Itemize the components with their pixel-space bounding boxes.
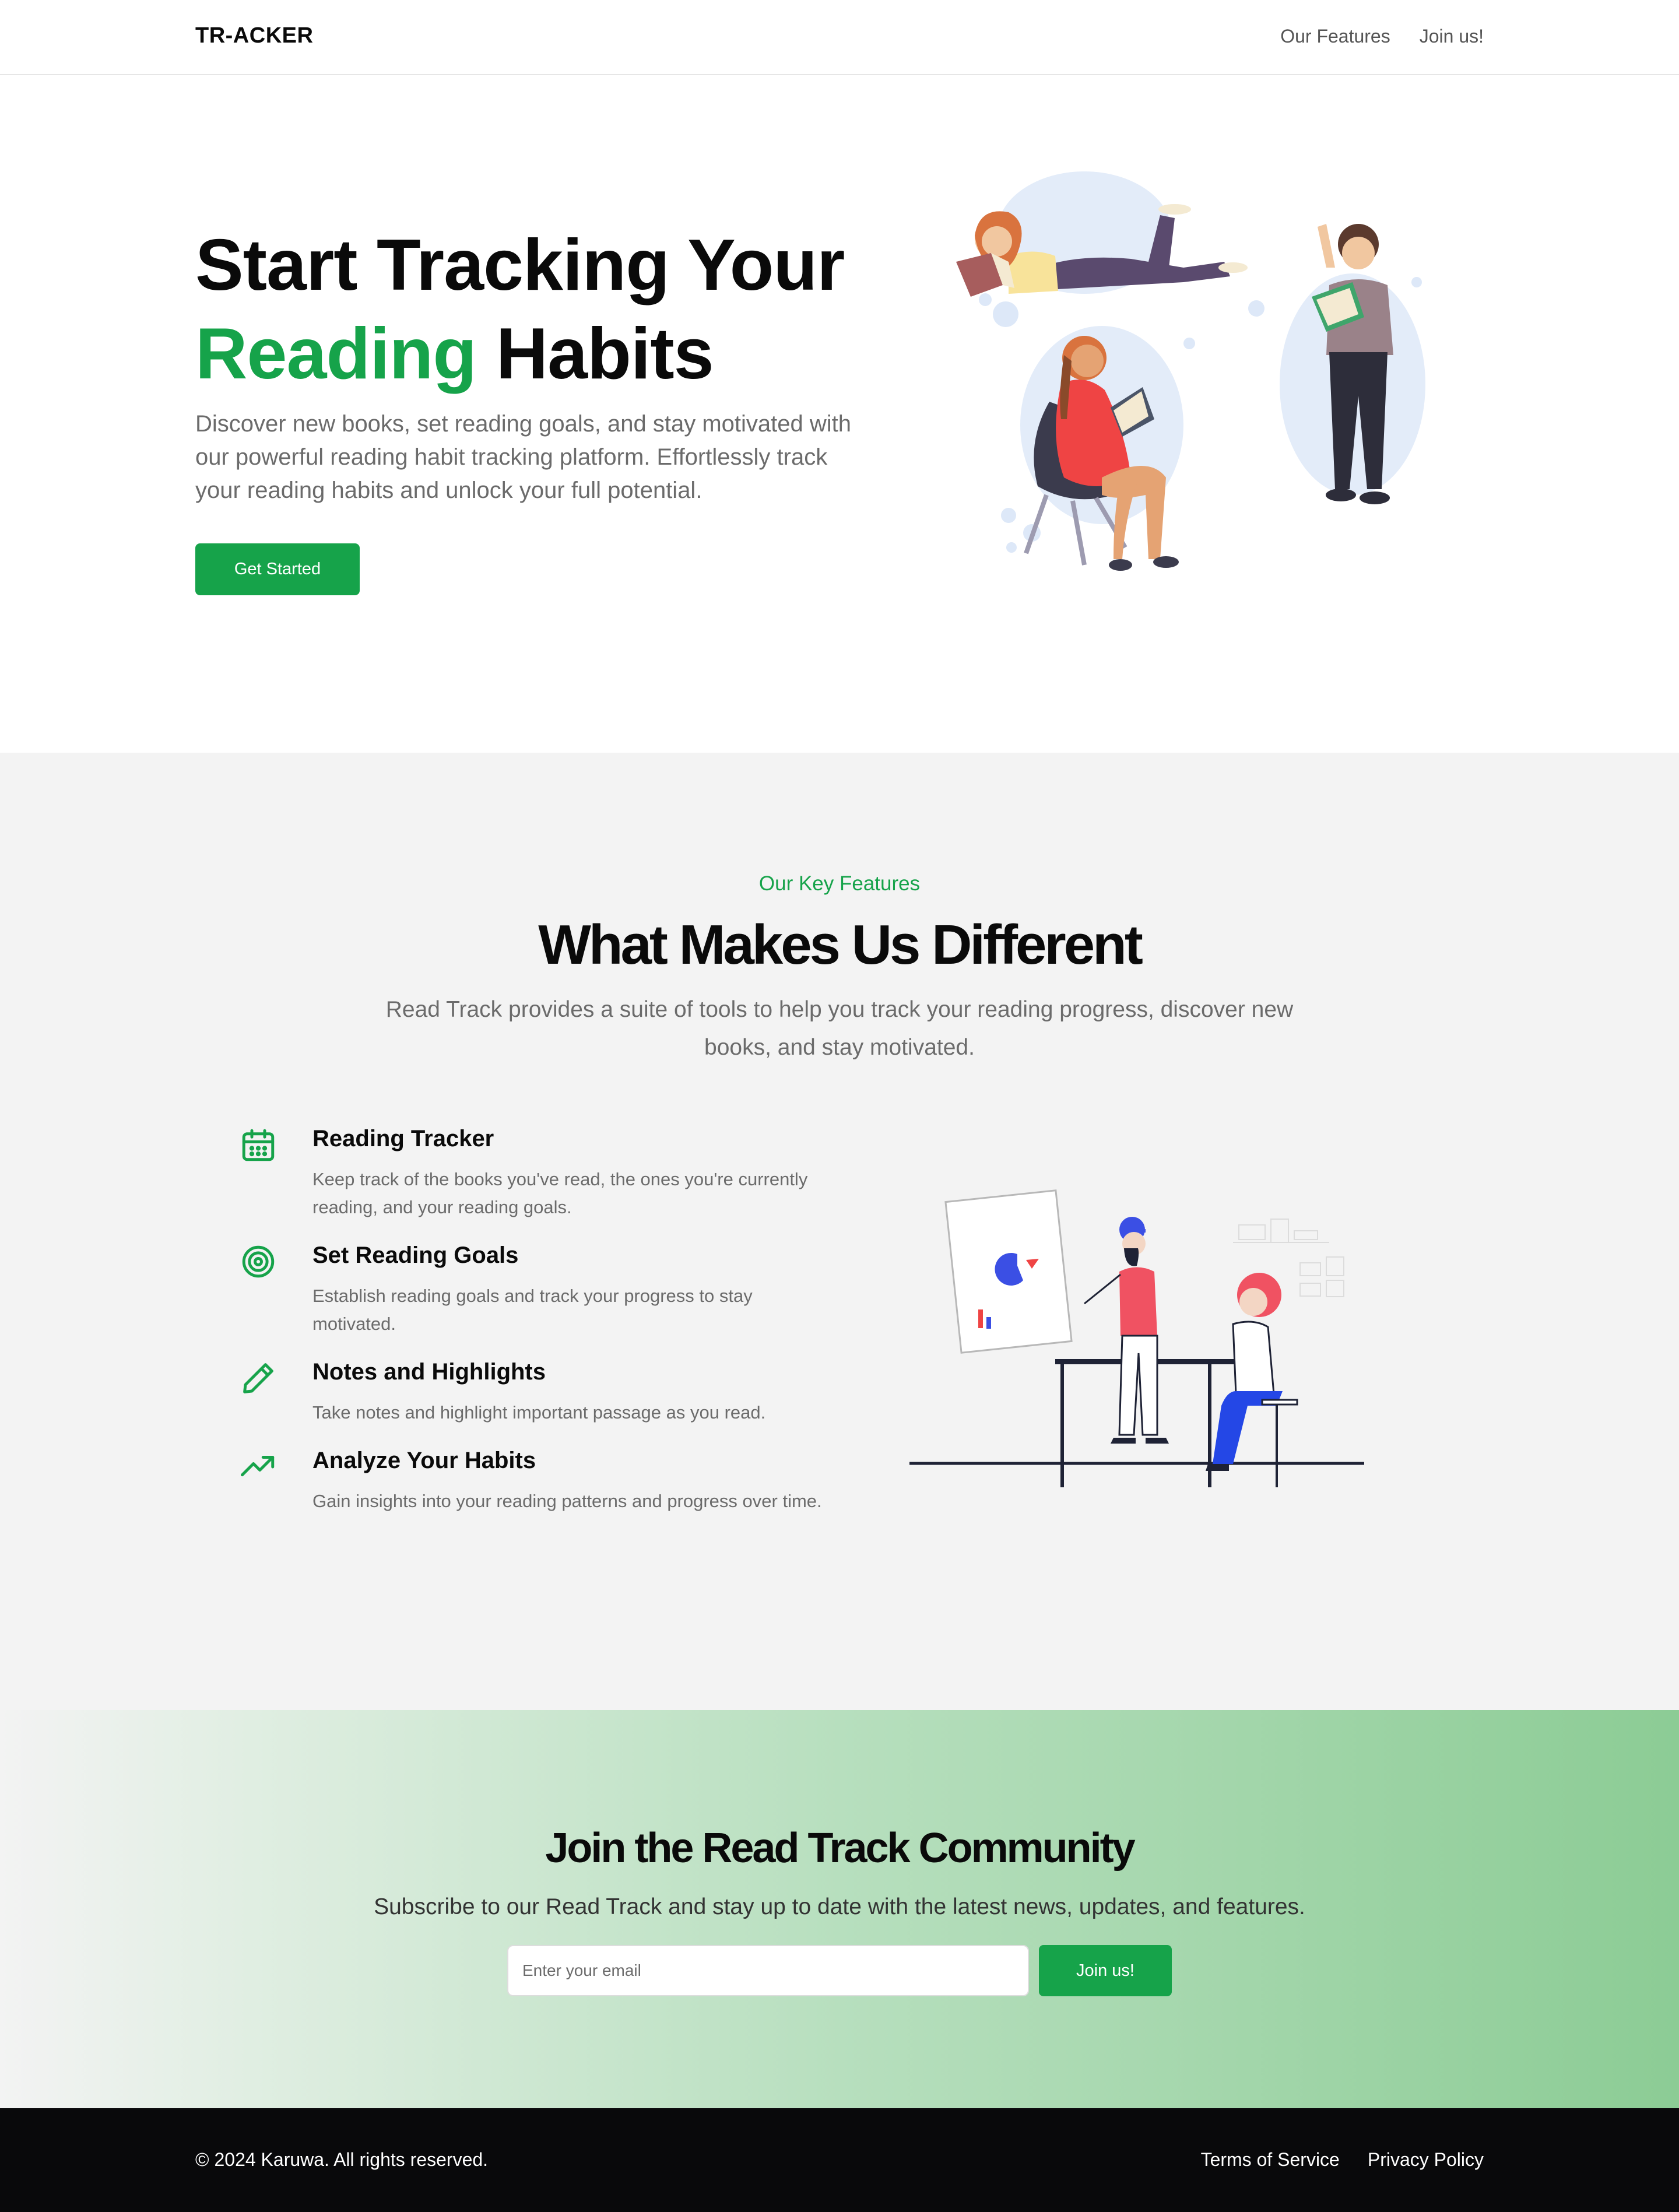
features-section: Our Key Features What Makes Us Different… bbox=[0, 753, 1679, 1710]
email-input[interactable] bbox=[507, 1945, 1029, 1996]
community-title: Join the Read Track Community bbox=[545, 1825, 1135, 1872]
hero-description: Discover new books, set reading goals, a… bbox=[195, 411, 852, 503]
trending-up-icon bbox=[241, 1456, 275, 1477]
site-logo[interactable]: TR-ACKER bbox=[195, 23, 313, 48]
copyright-text: © 2024 Karuwa. All rights reserved. bbox=[195, 2149, 489, 2170]
footer: © 2024 Karuwa. All rights reserved. Term… bbox=[0, 2108, 1679, 2212]
hero-section: Start Tracking Your Reading Habits Disco… bbox=[0, 75, 1679, 753]
privacy-policy-link[interactable]: Privacy Policy bbox=[1368, 2149, 1484, 2171]
feature-description: Establish reading goals and track your p… bbox=[312, 1286, 753, 1334]
hero-title-rest: Habits bbox=[496, 314, 714, 394]
feature-title: Reading Tracker bbox=[312, 1126, 494, 1151]
hero-title: Start Tracking Your Reading Habits bbox=[195, 221, 845, 398]
terms-of-service-link[interactable]: Terms of Service bbox=[1201, 2149, 1340, 2171]
join-us-button[interactable]: Join us! bbox=[1039, 1945, 1172, 1996]
get-started-button[interactable]: Get Started bbox=[195, 543, 360, 595]
feature-title: Notes and Highlights bbox=[312, 1359, 546, 1385]
pencil-icon bbox=[243, 1363, 273, 1393]
hero-title-highlight: Reading bbox=[195, 314, 477, 394]
feature-description: Keep track of the books you've read, the… bbox=[312, 1169, 808, 1217]
presentation-illustration bbox=[909, 1189, 1364, 1487]
nav-link-join-us[interactable]: Join us! bbox=[1420, 26, 1484, 47]
readers-illustration bbox=[956, 171, 1425, 571]
features-title: What Makes Us Different bbox=[538, 914, 1143, 976]
hero-title-line1: Start Tracking Your bbox=[195, 225, 845, 306]
footer-links: Terms of Service Privacy Policy bbox=[1201, 2149, 1484, 2171]
community-section: Join the Read Track Community Subscribe … bbox=[0, 1710, 1679, 2108]
feature-description: Gain insights into your reading patterns… bbox=[312, 1491, 822, 1511]
feature-title: Set Reading Goals bbox=[312, 1242, 519, 1268]
top-navbar: TR-ACKER Our Features Join us! bbox=[0, 0, 1679, 75]
features-subtitle: Read Track provides a suite of tools to … bbox=[385, 997, 1294, 1060]
community-subtitle: Subscribe to our Read Track and stay up … bbox=[374, 1894, 1305, 1919]
feature-title: Analyze Your Habits bbox=[312, 1448, 536, 1473]
target-icon bbox=[242, 1245, 275, 1278]
nav-links: Our Features Join us! bbox=[1280, 26, 1484, 47]
calendar-icon bbox=[242, 1129, 275, 1161]
nav-link-our-features[interactable]: Our Features bbox=[1280, 26, 1390, 47]
features-kicker: Our Key Features bbox=[758, 872, 921, 895]
feature-description: Take notes and highlight important passa… bbox=[312, 1402, 766, 1423]
